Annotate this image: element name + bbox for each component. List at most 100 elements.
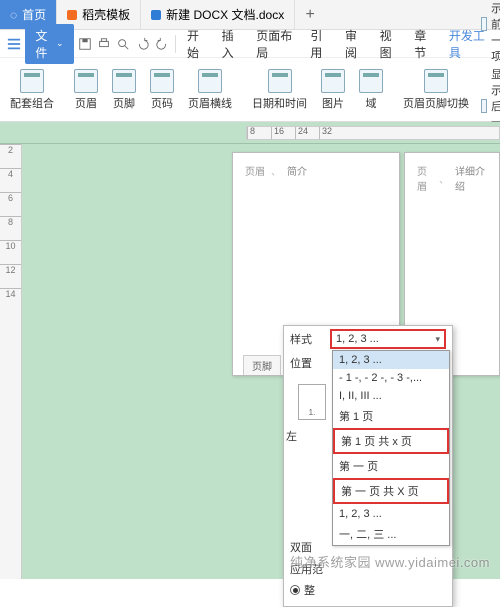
style-option[interactable]: 一, 二, 三 ...	[333, 523, 449, 545]
page-header-area[interactable]: 页眉 、 简介	[233, 163, 399, 178]
ribbon-label: 日期和时间	[252, 95, 307, 111]
style-row: 样式 1, 2, 3 ... ▾	[284, 326, 452, 352]
menu-reference[interactable]: 引用	[304, 27, 336, 61]
ribbon-label: 页码	[151, 95, 173, 111]
position-left-label: 左	[286, 428, 297, 444]
style-option[interactable]: 第 1 页	[333, 405, 449, 427]
menu-insert[interactable]: 插入	[216, 27, 248, 61]
style-option[interactable]: 1, 2, 3 ...	[333, 505, 449, 523]
plus-icon: +	[306, 6, 315, 24]
tab-label: 首页	[22, 6, 46, 23]
position-preview: 1.	[298, 384, 326, 420]
footer-label: 页脚	[252, 362, 272, 373]
template-icon	[67, 10, 77, 20]
ruler-tick: 12	[0, 264, 21, 288]
print-icon[interactable]	[96, 34, 112, 54]
prev-icon	[481, 17, 487, 31]
redo-icon[interactable]	[154, 34, 170, 54]
radio-icon	[290, 585, 300, 595]
style-label: 样式	[290, 331, 324, 347]
menu-bar: 文件⌄ 开始 插入 页面布局 引用 审阅 视图 章节 开发工具	[0, 30, 500, 58]
page-header-area[interactable]: 页眉 、 详细介绍	[405, 163, 499, 193]
save-icon[interactable]	[77, 34, 93, 54]
pageno-icon	[150, 69, 174, 93]
preview-icon[interactable]	[115, 34, 131, 54]
ribbon-label: 页脚	[113, 95, 135, 111]
ribbon-datetime[interactable]: 日期和时间	[246, 67, 313, 113]
ribbon-headerline[interactable]: 页眉横线	[182, 67, 238, 113]
header-label: 页眉	[245, 163, 265, 178]
separator	[175, 35, 176, 53]
style-option[interactable]: 第 一 页	[333, 455, 449, 477]
ruler-tick: 4	[0, 168, 21, 192]
ribbon-combo[interactable]: 配套组合	[4, 67, 60, 113]
tab-label: 稻壳模板	[82, 6, 130, 23]
ribbon-show-prev[interactable]: 显示前一项	[481, 0, 500, 64]
word-icon	[151, 10, 161, 20]
ribbon-header[interactable]: 页眉	[68, 67, 104, 113]
picture-icon	[321, 69, 345, 93]
position-label: 位置	[290, 355, 324, 371]
label: 显示前一项	[491, 0, 500, 64]
style-options-list: 1, 2, 3 ... - 1 -, - 2 -, - 3 -,... I, I…	[332, 350, 450, 546]
combo-icon	[20, 69, 44, 93]
headerline-icon	[198, 69, 222, 93]
file-label: 文件	[35, 27, 53, 61]
separator-dot: 、	[439, 171, 449, 186]
footer-tab[interactable]: 页脚	[243, 355, 281, 375]
menu-view[interactable]: 视图	[374, 27, 406, 61]
menu-start[interactable]: 开始	[181, 27, 213, 61]
header-text: 简介	[287, 163, 307, 178]
style-option[interactable]: - 1 -, - 2 -, - 3 -,...	[333, 369, 449, 387]
ruler-tick: 2	[0, 144, 21, 168]
vertical-ruler[interactable]: 2 4 6 8 10 12 14	[0, 144, 22, 579]
ribbon-picture[interactable]: 图片	[315, 67, 351, 113]
ruler-area: 8 16 24 32	[0, 122, 500, 144]
style-option[interactable]: 1, 2, 3 ...	[333, 351, 449, 369]
header-icon	[74, 69, 98, 93]
next-icon	[481, 99, 487, 113]
style-option[interactable]: 第 1 页 共 x 页	[333, 428, 449, 454]
apply-whole-radio[interactable]: 整	[284, 580, 452, 600]
style-option[interactable]: 第 一 页 共 X 页	[333, 478, 449, 504]
new-tab-button[interactable]: +	[295, 0, 325, 29]
watermark-text: 纯净系统家园 www.yidaimei.com	[290, 552, 490, 571]
style-select[interactable]: 1, 2, 3 ... ▾	[330, 329, 446, 349]
ruler-tick: 6	[0, 192, 21, 216]
ruler-tick: 24	[295, 127, 319, 139]
hf-switch-icon	[424, 69, 448, 93]
ruler-tick: 8	[247, 127, 271, 139]
separator-dot: 、	[271, 163, 281, 178]
horizontal-ruler[interactable]: 8 16 24 32	[246, 126, 500, 140]
footer-icon	[112, 69, 136, 93]
ribbon-label: 页眉横线	[188, 95, 232, 111]
chevron-down-icon: ⌄	[56, 38, 64, 49]
datetime-icon	[268, 69, 292, 93]
menu-layout[interactable]: 页面布局	[250, 27, 301, 61]
style-option[interactable]: I, II, III ...	[333, 387, 449, 405]
ribbon-hf-switch[interactable]: 页眉页脚切换	[397, 67, 475, 113]
ribbon-label: 图片	[322, 95, 344, 111]
tab-document[interactable]: 新建 DOCX 文档.docx	[141, 0, 295, 29]
ruler-tick: 32	[319, 127, 343, 139]
app-menu-icon[interactable]	[6, 34, 22, 54]
ribbon-field[interactable]: 域	[353, 67, 389, 113]
ribbon-footer[interactable]: 页脚	[106, 67, 142, 113]
radio-label: 整	[304, 582, 315, 598]
ribbon: 配套组合 页眉 页脚 页码 页眉横线 日期和时间 图片 域 页眉页脚切换 显示前…	[0, 58, 500, 122]
style-value: 1, 2, 3 ...	[336, 333, 379, 345]
ribbon-label: 页眉	[75, 95, 97, 111]
chevron-down-icon: ▾	[435, 334, 440, 345]
file-menu[interactable]: 文件⌄	[25, 24, 73, 64]
ribbon-label: 页眉页脚切换	[403, 95, 469, 111]
ribbon-pageno[interactable]: 页码	[144, 67, 180, 113]
ruler-tick: 10	[0, 240, 21, 264]
header-text: 详细介绍	[455, 163, 487, 193]
ruler-tick: 14	[0, 288, 21, 312]
field-icon	[359, 69, 383, 93]
menu-section[interactable]: 章节	[408, 27, 440, 61]
menu-review[interactable]: 审阅	[339, 27, 371, 61]
home-icon: ◌	[10, 8, 17, 22]
ribbon-label: 配套组合	[10, 95, 54, 111]
undo-icon[interactable]	[135, 34, 151, 54]
